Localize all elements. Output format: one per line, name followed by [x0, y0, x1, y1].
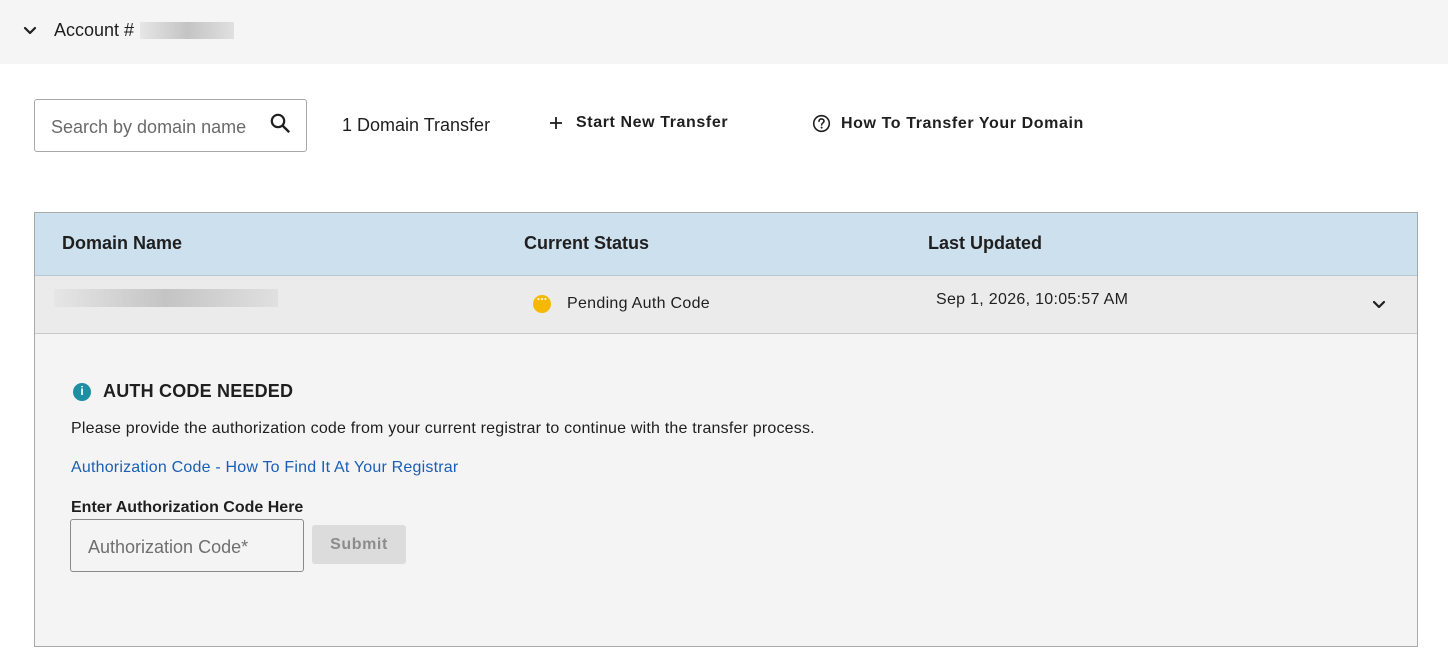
start-new-transfer-button[interactable]: Start New Transfer	[548, 114, 728, 132]
start-new-transfer-label: Start New Transfer	[576, 114, 729, 131]
search-icon[interactable]	[269, 112, 291, 134]
auth-code-title: AUTH CODE NEEDED	[103, 381, 294, 401]
search-input[interactable]	[51, 114, 261, 140]
search-box[interactable]	[34, 99, 307, 152]
auth-code-input[interactable]	[88, 534, 288, 560]
column-header-updated: Last Updated	[928, 233, 1043, 253]
table-header: Domain Name Current Status Last Updated	[35, 213, 1417, 276]
auth-code-help-link[interactable]: Authorization Code - How To Find It At Y…	[71, 459, 458, 477]
redacted-account-number	[140, 22, 234, 39]
account-label: Account #	[54, 20, 135, 40]
submit-button[interactable]: Submit	[312, 525, 406, 564]
auth-code-description: Please provide the authorization code fr…	[71, 420, 815, 437]
transfers-table: Domain Name Current Status Last Updated …	[34, 212, 1418, 647]
table-row[interactable]: Pending Auth Code Sep 1, 2026, 10:05:57 …	[35, 276, 1417, 334]
pending-status-icon	[533, 292, 551, 313]
redacted-domain-name	[54, 289, 278, 307]
row-status: Pending Auth Code	[567, 295, 710, 312]
how-to-transfer-link[interactable]: How To Transfer Your Domain	[812, 114, 1084, 133]
chevron-down-icon[interactable]	[22, 24, 38, 38]
column-header-status: Current Status	[524, 233, 650, 253]
question-circle-icon	[812, 114, 831, 133]
transfer-count: 1 Domain Transfer	[342, 115, 491, 135]
account-bar[interactable]: Account #	[0, 0, 1448, 64]
info-icon	[73, 383, 91, 401]
chevron-down-icon[interactable]	[1371, 298, 1387, 312]
column-header-domain: Domain Name	[62, 233, 183, 253]
how-to-transfer-label: How To Transfer Your Domain	[841, 114, 1084, 132]
auth-code-field-label: Enter Authorization Code Here	[71, 499, 304, 516]
plus-icon	[550, 117, 562, 129]
auth-code-input-box[interactable]	[70, 519, 304, 572]
row-last-updated: Sep 1, 2026, 10:05:57 AM	[936, 291, 1129, 308]
